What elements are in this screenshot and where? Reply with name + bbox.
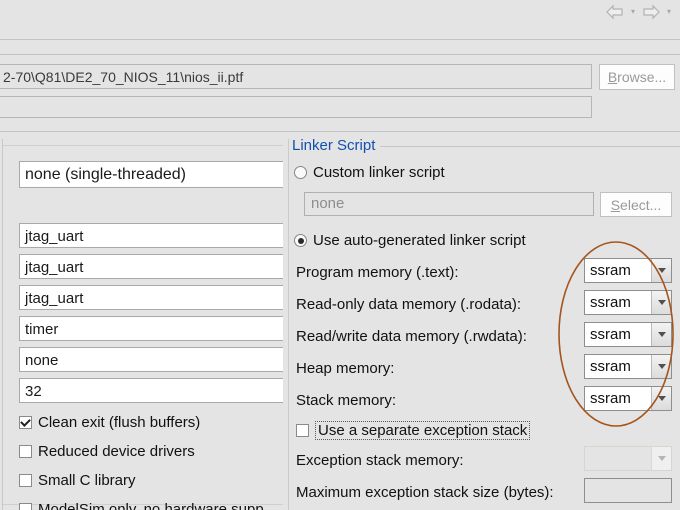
dialog-window: ▾ ▾ 2-70\Q81\DE2_70_NIOS_11\nios_ii.ptf … [0, 0, 680, 510]
custom-linker-script-radio[interactable]: Custom linker script [294, 164, 445, 181]
back-arrow-icon[interactable] [604, 2, 626, 22]
stack-memory-value: ssram [590, 390, 631, 407]
select-button-label: Select... [610, 196, 662, 213]
readonly-data-memory-value: ssram [590, 294, 631, 311]
chevron-down-icon[interactable] [651, 323, 671, 346]
heap-memory-dropdown[interactable]: ssram [584, 354, 672, 379]
forward-dropdown-chevron-down-icon[interactable]: ▾ [664, 2, 674, 22]
chevron-down-icon [651, 447, 671, 470]
checkbox-unchecked-icon [296, 424, 309, 437]
max-exception-stack-size-label: Maximum exception stack size (bytes): [296, 484, 554, 501]
modelsim-only-checkbox[interactable]: ModelSim only, no hardware supp [19, 501, 264, 510]
select-button[interactable]: Select... [600, 192, 672, 217]
toolbar: ▾ ▾ [0, 0, 680, 27]
checkbox-unchecked-icon [19, 503, 32, 510]
timestamp-timer-field[interactable]: none [19, 347, 283, 372]
stdin-field[interactable]: jtag_uart [19, 285, 283, 310]
separate-exception-stack-checkbox[interactable]: Use a separate exception stack [296, 421, 531, 440]
modelsim-only-label: ModelSim only, no hardware supp [38, 501, 264, 510]
linker-script-panel: Linker Script Custom linker script none … [292, 134, 680, 510]
separate-exception-stack-label: Use a separate exception stack [315, 421, 531, 440]
rtos-field[interactable]: none (single-threaded) [19, 161, 283, 188]
program-memory-label: Program memory (.text): [296, 264, 459, 281]
auto-generated-linker-script-radio[interactable]: Use auto-generated linker script [294, 232, 526, 249]
system-timer-field[interactable]: timer [19, 316, 283, 341]
exception-stack-memory-label: Exception stack memory: [296, 452, 464, 469]
stdout-field[interactable]: jtag_uart [19, 223, 283, 248]
program-memory-dropdown[interactable]: ssram [584, 258, 672, 283]
readwrite-data-memory-dropdown[interactable]: ssram [584, 322, 672, 347]
custom-linker-script-label: Custom linker script [313, 164, 445, 181]
exception-stack-memory-dropdown [584, 446, 672, 471]
max-exception-stack-size-field [584, 478, 672, 503]
browse-button-label: Browse... [607, 69, 667, 85]
chevron-down-icon[interactable] [651, 259, 671, 282]
checkbox-unchecked-icon [19, 474, 32, 487]
auto-generated-linker-script-label: Use auto-generated linker script [313, 232, 526, 249]
checkbox-unchecked-icon [19, 445, 32, 458]
readonly-data-memory-dropdown[interactable]: ssram [584, 290, 672, 315]
stack-memory-dropdown[interactable]: ssram [584, 386, 672, 411]
divider-second [0, 54, 680, 55]
group-title-rule [380, 146, 680, 147]
panel-divider [288, 139, 289, 510]
readwrite-data-memory-value: ssram [590, 326, 631, 343]
chevron-down-icon[interactable] [651, 291, 671, 314]
heap-memory-value: ssram [590, 358, 631, 375]
left-settings-panel: none (single-threaded) jtag_uart jtag_ua… [2, 139, 283, 510]
chevron-down-icon[interactable] [651, 355, 671, 378]
ptf-path-field[interactable]: 2-70\Q81\DE2_70_NIOS_11\nios_ii.ptf [0, 64, 592, 89]
program-memory-value: ssram [590, 262, 631, 279]
chevron-down-icon[interactable] [651, 387, 671, 410]
stderr-field[interactable]: jtag_uart [19, 254, 283, 279]
divider-top [0, 39, 680, 40]
small-c-library-label: Small C library [38, 472, 136, 489]
checkbox-checked-icon [19, 416, 32, 429]
divider-third [0, 131, 680, 132]
heap-memory-label: Heap memory: [296, 360, 395, 377]
back-dropdown-chevron-down-icon[interactable]: ▾ [628, 2, 638, 22]
max-file-descriptors-field[interactable]: 32 [19, 378, 283, 403]
linker-script-group-title: Linker Script [292, 137, 376, 154]
browse-button[interactable]: Browse... [599, 64, 675, 90]
reduced-device-drivers-label: Reduced device drivers [38, 443, 195, 460]
clean-exit-label: Clean exit (flush buffers) [38, 414, 201, 431]
navigation-arrows: ▾ ▾ [604, 2, 674, 22]
clean-exit-checkbox[interactable]: Clean exit (flush buffers) [19, 414, 200, 431]
reduced-device-drivers-checkbox[interactable]: Reduced device drivers [19, 443, 195, 460]
readwrite-data-memory-label: Read/write data memory (.rwdata): [296, 328, 527, 345]
radio-unselected-icon [294, 166, 307, 179]
secondary-path-field[interactable] [0, 96, 592, 118]
small-c-library-checkbox[interactable]: Small C library [19, 472, 136, 489]
custom-linker-script-path-field[interactable]: none [304, 192, 594, 216]
stack-memory-label: Stack memory: [296, 392, 397, 409]
radio-selected-icon [294, 234, 307, 247]
readonly-data-memory-label: Read-only data memory (.rodata): [296, 296, 522, 313]
forward-arrow-icon[interactable] [640, 2, 662, 22]
